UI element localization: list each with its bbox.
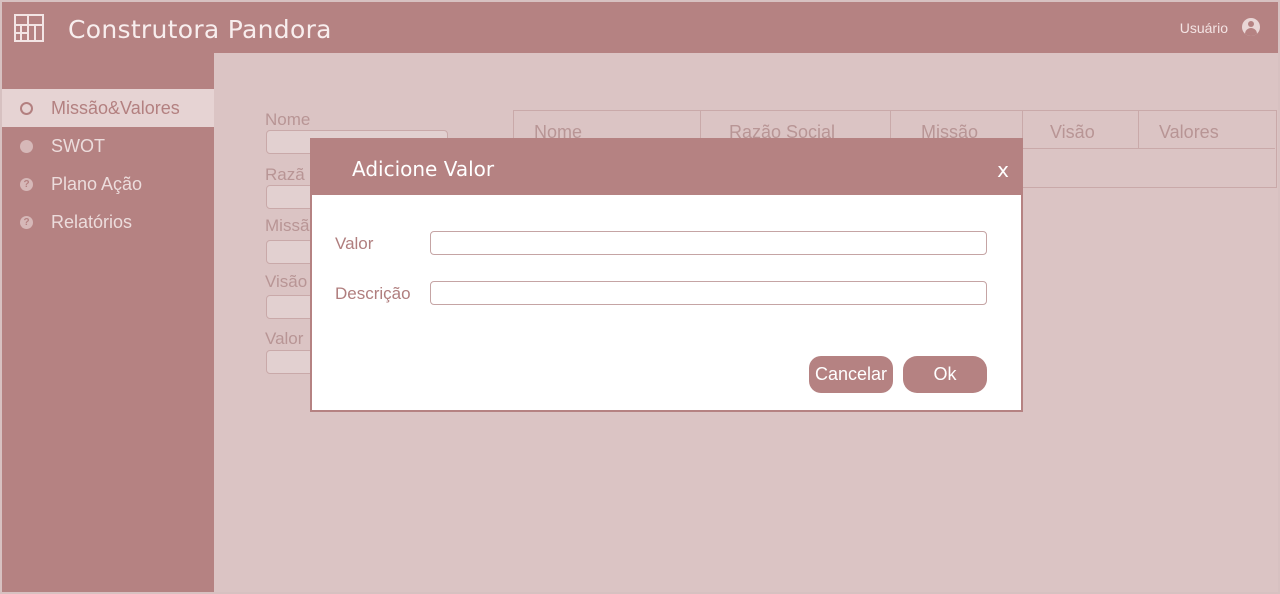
sidebar-item-missao-valores[interactable]: Missão&Valores (2, 89, 214, 127)
sidebar-item-swot[interactable]: SWOT (2, 127, 214, 165)
app-title: Construtora Pandora (68, 15, 332, 44)
form-label-missao: Missã (265, 216, 310, 235)
question-icon: ? (20, 177, 33, 191)
dialog-title: Adicione Valor (352, 157, 495, 181)
field-label-valor: Valor (335, 234, 374, 253)
cancel-button[interactable]: Cancelar (809, 356, 893, 393)
column-header-visao[interactable]: Visão (1023, 111, 1139, 149)
dialog-header: Adicione Valor x (312, 140, 1021, 195)
form-label-visao: Visão (265, 272, 308, 291)
field-label-descricao: Descrição (335, 284, 411, 303)
top-bar: Construtora Pandora Usuário (2, 2, 1278, 53)
target-icon (20, 101, 33, 115)
valor-input[interactable] (430, 231, 987, 255)
form-label-nome: Nome (265, 110, 311, 129)
add-value-dialog: Adicione Valor x Valor Descrição Cancela… (310, 138, 1023, 412)
sidebar-item-label: Missão&Valores (51, 97, 180, 118)
sidebar-strip (2, 53, 214, 84)
sidebar-item-label: SWOT (51, 135, 105, 156)
descricao-input[interactable] (430, 281, 987, 305)
form-label-valor: Valor (265, 329, 304, 348)
sidebar-item-relatorios[interactable]: ? Relatórios (2, 203, 214, 241)
sidebar: Missão&Valores SWOT ? Plano Ação ? Relat… (2, 53, 214, 592)
question-icon: ? (20, 215, 33, 229)
user-label[interactable]: Usuário (1180, 20, 1228, 36)
chart-icon (20, 139, 33, 153)
form-label-razao: Razã (265, 165, 305, 184)
column-header-valores[interactable]: Valores (1139, 111, 1275, 149)
user-avatar-icon[interactable] (1242, 18, 1260, 36)
building-grid-icon (14, 14, 44, 42)
close-icon[interactable]: x (997, 158, 1009, 182)
sidebar-item-label: Relatórios (51, 211, 133, 232)
sidebar-item-label: Plano Ação (51, 173, 143, 194)
ok-button[interactable]: Ok (903, 356, 987, 393)
app-window: Construtora Pandora Usuário Missão&Valor… (0, 0, 1280, 594)
sidebar-item-plano-acao[interactable]: ? Plano Ação (2, 165, 214, 203)
